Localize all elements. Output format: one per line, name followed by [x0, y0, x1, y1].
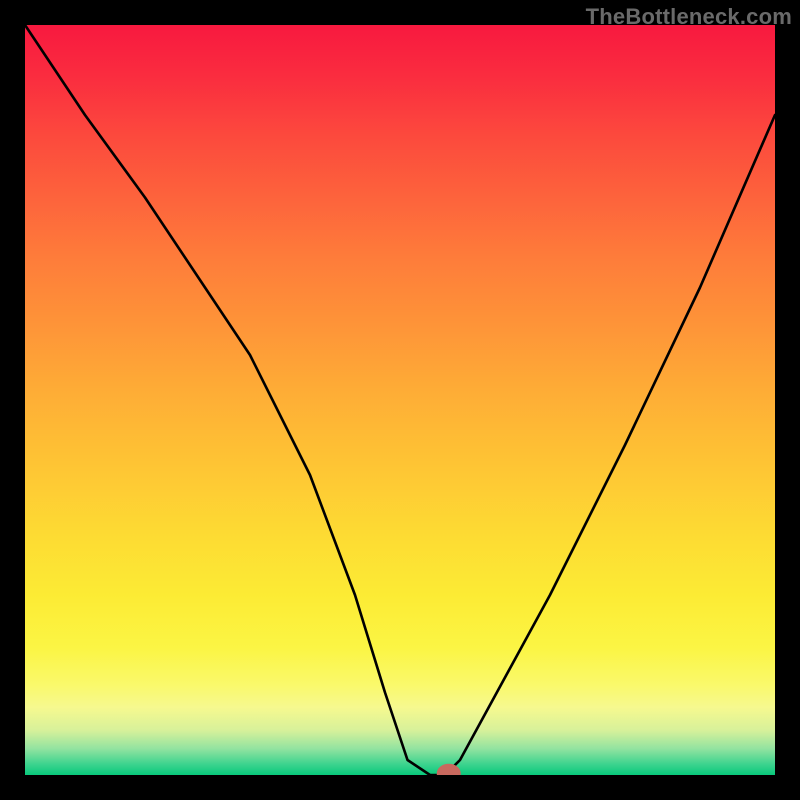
- line-chart-svg: [25, 25, 775, 775]
- chart-frame: TheBottleneck.com: [0, 0, 800, 800]
- bottleneck-curve-path: [25, 25, 775, 775]
- watermark-text: TheBottleneck.com: [586, 4, 792, 30]
- plot-area: [25, 25, 775, 775]
- optimal-point-marker: [441, 768, 458, 776]
